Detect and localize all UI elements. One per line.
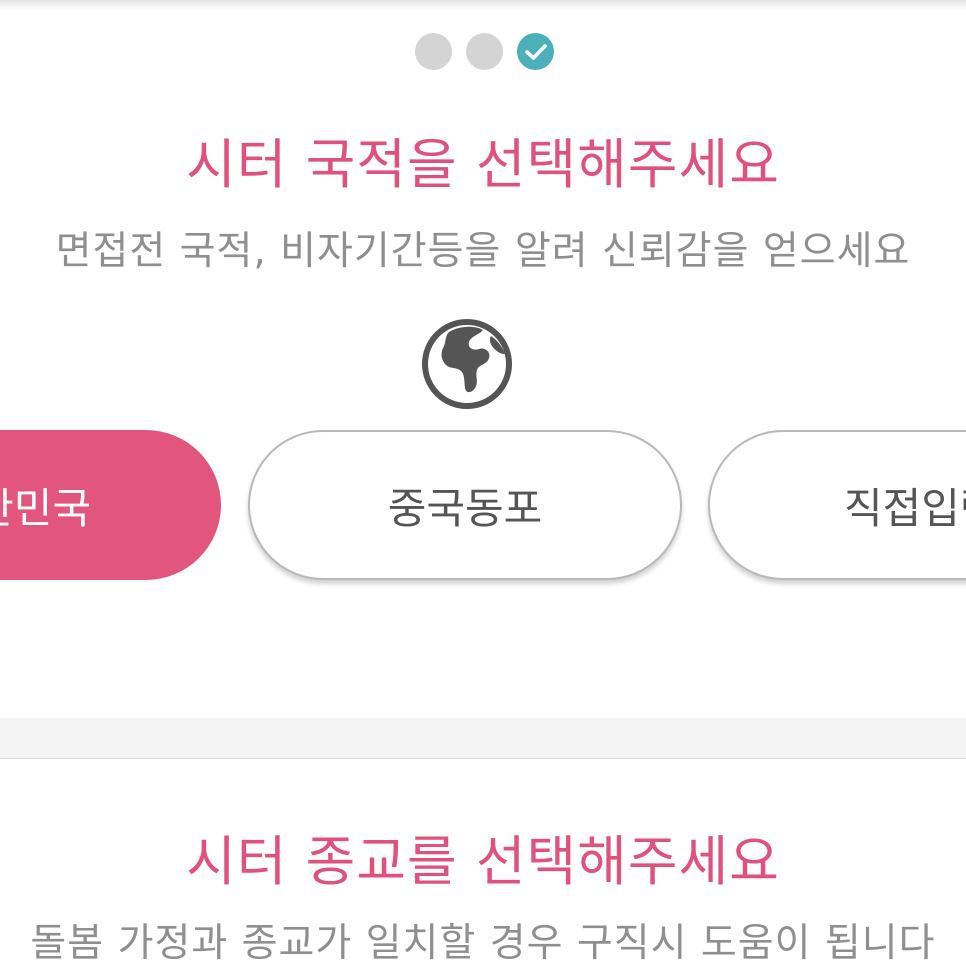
religion-title: 시터 종교를 선택해주세요 bbox=[186, 830, 780, 893]
option-custom-input-chip[interactable]: 직접입력 bbox=[708, 430, 966, 580]
step-dot-3 bbox=[517, 33, 554, 70]
section-divider bbox=[0, 718, 966, 759]
check-icon bbox=[524, 43, 547, 60]
nationality-subtitle: 면접전 국적, 비자기간등을 알려 신뢰감을 얻으세요 bbox=[55, 229, 911, 274]
option-chinese-korean-chip[interactable]: 중국동포 bbox=[248, 430, 682, 580]
religion-subtitle: 돌봄 가정과 종교가 일치할 경우 구직시 도움이 됩니다 bbox=[30, 921, 936, 966]
option-korea-label: 대한민국 bbox=[0, 483, 91, 533]
nationality-religion-form: 시터 국적을 선택해주세요 면접전 국적, 비자기간등을 알려 신뢰감을 얻으세… bbox=[0, 0, 966, 966]
option-custom-input-label: 직접입력 bbox=[844, 483, 966, 533]
step-indicator bbox=[0, 33, 966, 70]
globe-icon bbox=[422, 319, 512, 409]
step-dot-2 bbox=[466, 33, 503, 70]
step-dot-1 bbox=[415, 33, 452, 70]
option-chinese-korean-label: 중국동포 bbox=[387, 483, 543, 533]
option-korea-chip[interactable]: 대한민국 bbox=[0, 430, 221, 580]
nationality-options: 대한민국 중국동포 직접입력 bbox=[0, 430, 966, 582]
nationality-title: 시터 국적을 선택해주세요 bbox=[186, 133, 780, 196]
app-bar-shadow bbox=[0, 0, 966, 10]
